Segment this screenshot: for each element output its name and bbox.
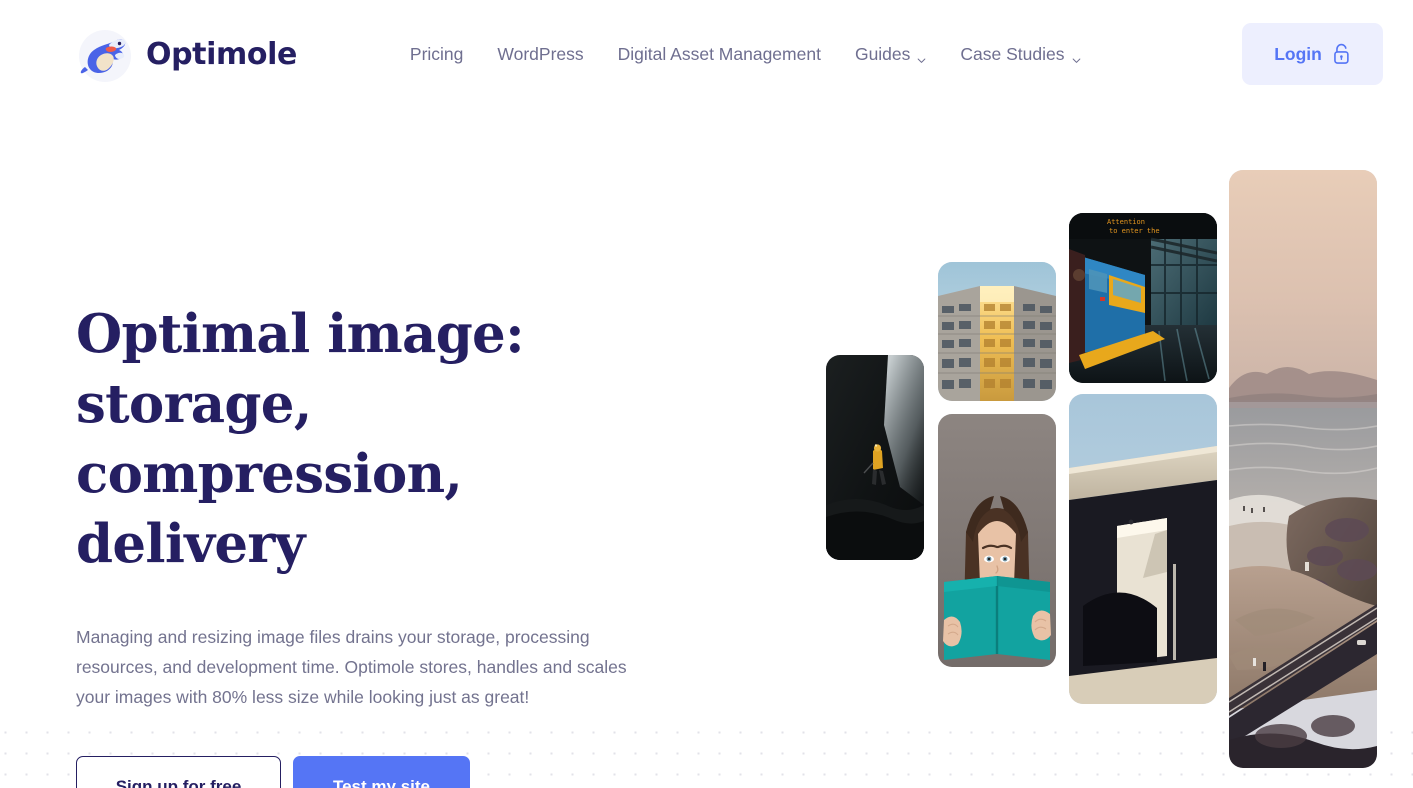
nav-item-digital-asset-management[interactable]: Digital Asset Management bbox=[618, 46, 821, 64]
brand-name: Optimole bbox=[146, 37, 297, 72]
optimole-mole-logo-icon bbox=[76, 26, 134, 84]
login-button-label: Login bbox=[1274, 43, 1322, 64]
nav-label-case-studies: Case Studies bbox=[960, 44, 1065, 65]
train-station-photo[interactable]: Attention to enter the bbox=[1069, 213, 1217, 383]
cave-explorer-photo[interactable] bbox=[826, 355, 924, 560]
unlock-padlock-icon bbox=[1332, 43, 1351, 65]
page-root: Optimole Pricing WordPress Digital Asset… bbox=[0, 0, 1413, 788]
hero-cta-group: Sign up for free Test my site bbox=[76, 756, 696, 788]
nav-label-guides: Guides bbox=[854, 44, 911, 65]
test-my-site-button[interactable]: Test my site bbox=[293, 756, 470, 788]
login-button[interactable]: Login bbox=[1242, 23, 1383, 85]
main-navigation: Pricing WordPress Digital Asset Manageme… bbox=[410, 46, 1081, 64]
site-header: Optimole Pricing WordPress Digital Asset… bbox=[0, 0, 1413, 110]
concrete-bridge-photo[interactable] bbox=[1069, 394, 1217, 704]
woman-reading-photo[interactable] bbox=[938, 414, 1056, 667]
hero-section: Optimal image: storage, compression, del… bbox=[76, 300, 696, 788]
nav-item-guides[interactable]: Guides bbox=[855, 46, 926, 64]
coastal-cliff-photo[interactable] bbox=[1229, 170, 1377, 768]
building-facade-photo[interactable] bbox=[938, 262, 1056, 401]
signup-button[interactable]: Sign up for free bbox=[76, 756, 281, 788]
chevron-down-icon bbox=[917, 51, 926, 63]
nav-label-pricing: Pricing bbox=[409, 44, 464, 65]
chevron-down-icon bbox=[1072, 51, 1081, 63]
nav-item-case-studies[interactable]: Case Studies bbox=[960, 46, 1080, 64]
svg-text:to enter the: to enter the bbox=[1109, 227, 1160, 235]
nav-item-wordpress[interactable]: WordPress bbox=[497, 46, 583, 64]
hero-title: Optimal image: storage, compression, del… bbox=[76, 303, 525, 575]
nav-item-pricing[interactable]: Pricing bbox=[410, 46, 464, 64]
nav-label-digital-asset-management: Digital Asset Management bbox=[617, 44, 821, 65]
hero-subtitle: Managing and resizing image files drains… bbox=[76, 626, 627, 707]
svg-text:Attention: Attention bbox=[1107, 218, 1145, 226]
nav-label-wordpress: WordPress bbox=[497, 44, 584, 65]
brand-logo-link[interactable]: Optimole bbox=[76, 26, 297, 84]
